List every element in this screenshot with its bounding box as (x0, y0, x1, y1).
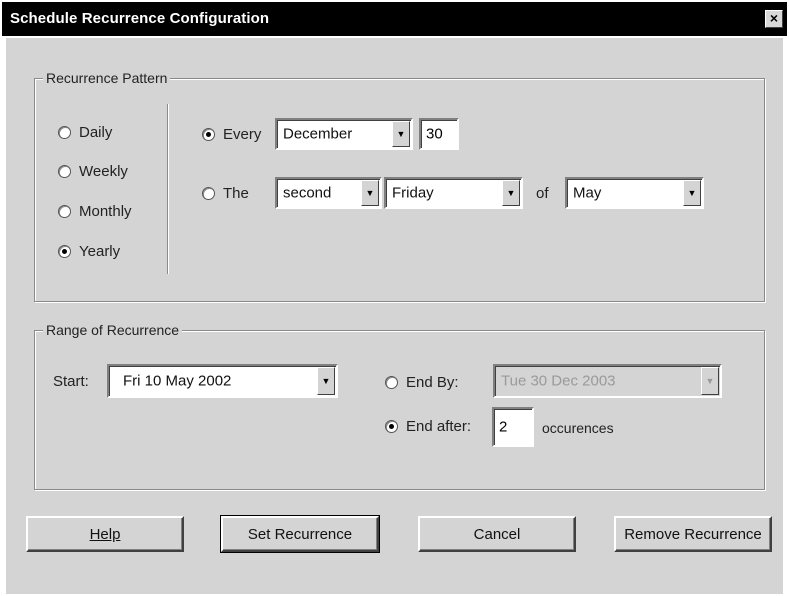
radio-weekly-circle[interactable] (58, 165, 71, 178)
close-icon[interactable]: × (765, 10, 783, 28)
radio-every-circle[interactable] (202, 128, 215, 141)
of-label: of (536, 185, 549, 202)
the-month-value: May (573, 184, 602, 202)
cancel-button-label: Cancel (473, 525, 521, 543)
radio-yearly[interactable]: Yearly (58, 243, 120, 260)
pattern-divider (167, 104, 169, 274)
radio-weekly-label: Weekly (79, 163, 128, 180)
help-button[interactable]: Help (26, 516, 184, 552)
chevron-down-icon[interactable]: ▼ (683, 180, 701, 206)
radio-end-by[interactable]: End By: (385, 374, 459, 391)
radio-yearly-circle[interactable] (58, 245, 71, 258)
window-title: Schedule Recurrence Configuration (10, 10, 270, 27)
help-button-label: Help (89, 525, 121, 543)
end-by-date-value: Tue 30 Dec 2003 (501, 372, 616, 390)
every-month-dropdown[interactable]: December ▼ (275, 118, 413, 150)
end-after-count-field[interactable]: 2 (492, 407, 534, 447)
start-date-value: Fri 10 May 2002 (123, 372, 232, 390)
radio-every-label: Every (223, 126, 262, 143)
chevron-down-icon[interactable]: ▼ (317, 367, 335, 395)
radio-daily-circle[interactable] (58, 126, 71, 139)
cancel-button[interactable]: Cancel (418, 516, 576, 552)
start-date-picker[interactable]: Fri 10 May 2002 ▼ (107, 364, 338, 398)
remove-recurrence-button-label: Remove Recurrence (624, 525, 762, 543)
range-of-recurrence-label: Range of Recurrence (43, 322, 183, 338)
radio-end-by-circle[interactable] (385, 376, 398, 389)
radio-monthly-circle[interactable] (58, 205, 71, 218)
radio-end-after-label: End after: (406, 418, 472, 435)
radio-the-circle[interactable] (202, 187, 215, 200)
occurences-label: occurences (542, 420, 614, 436)
radio-the-label: The (223, 185, 249, 202)
every-day-field[interactable]: 30 (419, 118, 459, 150)
start-label: Start: (53, 373, 89, 390)
the-ordinal-value: second (283, 184, 332, 202)
the-weekday-dropdown[interactable]: Friday ▼ (384, 177, 523, 209)
chevron-down-icon[interactable]: ▼ (502, 180, 520, 206)
every-day-value: 30 (426, 125, 443, 143)
dialog-window: Schedule Recurrence Configuration × Recu… (0, 0, 789, 596)
chevron-down-icon[interactable]: ▼ (361, 180, 379, 206)
radio-the[interactable]: The (202, 185, 249, 202)
radio-end-after[interactable]: End after: (385, 418, 471, 435)
every-month-value: December (283, 125, 353, 143)
radio-end-after-circle[interactable] (385, 420, 398, 433)
the-weekday-value: Friday (392, 184, 434, 202)
chevron-down-icon[interactable]: ▼ (392, 121, 410, 147)
radio-end-by-label: End By: (406, 374, 459, 391)
the-month-dropdown[interactable]: May ▼ (565, 177, 704, 209)
radio-daily-label: Daily (79, 124, 113, 141)
radio-yearly-label: Yearly (79, 243, 121, 260)
recurrence-pattern-label: Recurrence Pattern (43, 70, 171, 86)
radio-weekly[interactable]: Weekly (58, 163, 128, 180)
radio-daily[interactable]: Daily (58, 124, 112, 141)
remove-recurrence-button[interactable]: Remove Recurrence (614, 516, 772, 552)
set-recurrence-button-label: Set Recurrence (247, 525, 353, 543)
end-after-count-value: 2 (499, 418, 508, 436)
the-ordinal-dropdown[interactable]: second ▼ (275, 177, 382, 209)
radio-monthly-label: Monthly (79, 203, 132, 220)
end-by-date-picker[interactable]: Tue 30 Dec 2003 ▼ (493, 364, 722, 398)
set-recurrence-button[interactable]: Set Recurrence (220, 515, 380, 553)
range-of-recurrence-group: Range of Recurrence (34, 322, 765, 490)
dialog-client-area: Recurrence Pattern Daily Weekly Monthly … (6, 38, 783, 594)
title-bar[interactable]: Schedule Recurrence Configuration × (2, 2, 787, 36)
radio-every[interactable]: Every (202, 126, 261, 143)
radio-monthly[interactable]: Monthly (58, 203, 132, 220)
chevron-down-icon[interactable]: ▼ (701, 367, 719, 395)
